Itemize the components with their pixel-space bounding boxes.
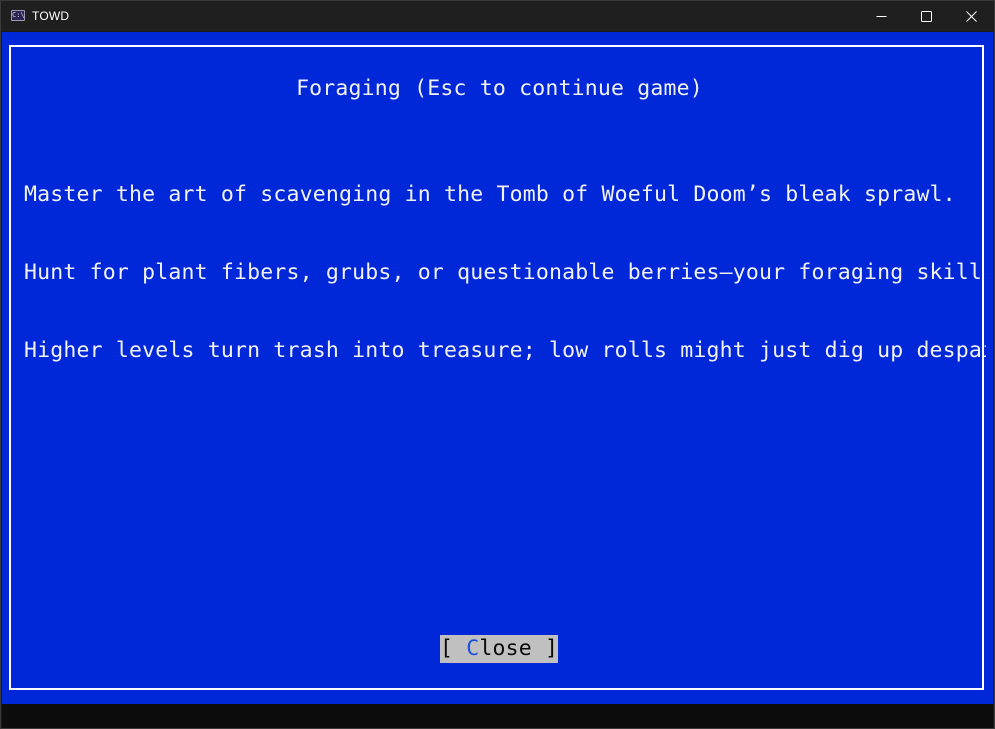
terminal-bottom-strip [2,704,993,728]
console-app-icon: C:\ [11,10,25,21]
minimize-icon [876,15,886,17]
body-line: Higher levels turn trash into treasure; … [24,338,986,363]
body-line: Master the art of scavenging in the Tomb… [24,182,956,207]
close-button-label: lose [479,636,532,661]
close-button-hotkey: C [466,636,480,661]
maximize-button[interactable] [903,1,949,31]
close-window-button[interactable] [948,1,994,31]
close-button[interactable]: [ Close ] [440,635,558,663]
terminal-window: C:\ TOWD Foraging (Esc to continue game)… [0,0,995,729]
dialog-frame: Foraging (Esc to continue game) Master t… [9,45,986,690]
close-button-open-bracket: [ [440,636,467,661]
body-line: Hunt for plant fibers, grubs, or questio… [24,260,983,285]
close-button-close-bracket: ] [531,636,559,661]
maximize-icon [920,10,932,22]
close-icon [965,10,977,22]
dialog-title: Foraging (Esc to continue game) [296,76,703,101]
window-title: TOWD [32,9,70,23]
minimize-button[interactable] [858,1,904,31]
terminal-area: Foraging (Esc to continue game) Master t… [2,32,993,704]
title-bar[interactable]: C:\ TOWD [1,1,994,31]
dialog-body: Master the art of scavenging in the Tomb… [24,131,986,415]
